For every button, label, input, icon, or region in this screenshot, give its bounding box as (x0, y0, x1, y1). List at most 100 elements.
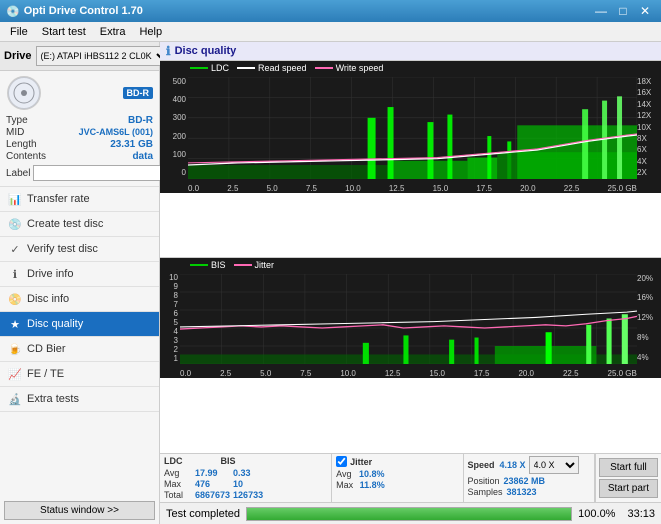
left-panel: Drive (E:) ATAPI iHBS112 2 CL0K ⏏ Speed … (0, 42, 160, 524)
label-input[interactable] (33, 165, 171, 181)
y-right-20pct: 20% (637, 274, 661, 283)
x-ldc-10: 10.0 (345, 184, 361, 193)
max-bis-val: 10 (233, 479, 243, 489)
max-ldc-val: 476 (195, 479, 230, 489)
y-right-16x: 16X (637, 88, 661, 97)
x-bis-2.5: 2.5 (220, 369, 231, 378)
disc-type-row: Type BD-R (6, 115, 153, 126)
avg-ldc-val: 17.99 (195, 468, 230, 478)
y-ldc-100: 100 (160, 150, 188, 159)
position-label: Position (468, 476, 500, 486)
y-right-12x: 12X (637, 111, 661, 120)
x-ldc-2.5: 2.5 (227, 184, 238, 193)
sidebar-item-extra-tests[interactable]: 🔬 Extra tests (0, 387, 159, 412)
menu-help[interactable]: Help (133, 25, 168, 39)
x-bis-5: 5.0 (260, 369, 271, 378)
samples-value: 381323 (507, 487, 537, 497)
avg-bis-val: 0.33 (233, 468, 251, 478)
speed-select-stat[interactable]: 4.0 X (529, 456, 579, 474)
y-right-18x: 18X (637, 77, 661, 86)
x-bis-7.5: 7.5 (300, 369, 311, 378)
y-bis-6: 6 (160, 309, 180, 318)
avg-jitter-val: 10.8% (359, 469, 385, 479)
y-bis-7: 7 (160, 300, 180, 309)
y-right-4pct: 4% (637, 353, 661, 362)
sidebar-item-fe-te[interactable]: 📈 FE / TE (0, 362, 159, 387)
sidebar-label-fe-te: FE / TE (27, 368, 64, 380)
x-ldc-15: 15.0 (433, 184, 449, 193)
drive-select[interactable]: (E:) ATAPI iHBS112 2 CL0K (36, 46, 170, 66)
start-full-button[interactable]: Start full (599, 458, 658, 477)
sidebar-item-disc-quality[interactable]: ★ Disc quality (0, 312, 159, 337)
x-ldc-22.5: 22.5 (564, 184, 580, 193)
progress-bar-area: Test completed 100.0% 33:13 (160, 502, 661, 524)
y-bis-3: 3 (160, 336, 180, 345)
bis-chart-svg (180, 274, 637, 364)
drive-row: Drive (E:) ATAPI iHBS112 2 CL0K ⏏ Speed … (0, 42, 159, 71)
sidebar-item-transfer-rate[interactable]: 📊 Transfer rate (0, 187, 159, 212)
bis-chart-container: BIS Jitter 10 9 8 7 6 5 4 (160, 258, 661, 454)
menu-extra[interactable]: Extra (94, 25, 132, 39)
ldc-legend-ldc: LDC (190, 63, 229, 73)
cd-bier-icon: 🍺 (8, 342, 22, 356)
create-test-disc-icon: 💿 (8, 217, 22, 231)
disc-quality-header-icon: ℹ (166, 44, 171, 58)
progress-bar-fill (247, 508, 571, 520)
sidebar-label-drive-info: Drive info (27, 268, 73, 280)
y-bis-5: 5 (160, 318, 180, 327)
start-part-button[interactable]: Start part (599, 479, 658, 498)
x-bis-17.5: 17.5 (474, 369, 490, 378)
status-window-button[interactable]: Status window >> (4, 501, 155, 520)
disc-quality-title: Disc quality (175, 45, 237, 57)
drive-label: Drive (4, 50, 32, 62)
title-bar: 💿 Opti Drive Control 1.70 — □ ✕ (0, 0, 661, 22)
bis-legend-bis: BIS (190, 260, 226, 270)
maximize-button[interactable]: □ (613, 2, 633, 20)
app-icon: 💿 (6, 5, 20, 18)
ldc-chart-container: LDC Read speed Write speed 500 400 300 (160, 61, 661, 258)
sidebar-item-cd-bier[interactable]: 🍺 CD Bier (0, 337, 159, 362)
y-right-6x: 6X (637, 145, 661, 154)
x-bis-22.5: 22.5 (563, 369, 579, 378)
menu-file[interactable]: File (4, 25, 34, 39)
disc-mid-row: MID JVC-AMS6L (001) (6, 127, 153, 138)
x-ldc-0: 0.0 (188, 184, 199, 193)
sidebar-item-verify-test-disc[interactable]: ✓ Verify test disc (0, 237, 159, 262)
y-right-12pct: 12% (637, 313, 661, 322)
menu-bar: File Start test Extra Help (0, 22, 661, 42)
transfer-rate-icon: 📊 (8, 192, 22, 206)
sidebar-label-disc-info: Disc info (27, 293, 69, 305)
ldc-legend-read: Read speed (237, 63, 307, 73)
x-ldc-17.5: 17.5 (476, 184, 492, 193)
y-ldc-500: 500 (160, 77, 188, 86)
speed-label2: Speed (468, 460, 495, 470)
minimize-button[interactable]: — (591, 2, 611, 20)
samples-label: Samples (468, 487, 503, 497)
sidebar-item-disc-info[interactable]: 📀 Disc info (0, 287, 159, 312)
y-right-16pct: 16% (637, 293, 661, 302)
disc-section: BD-R Type BD-R MID JVC-AMS6L (001) Lengt… (0, 71, 159, 187)
x-bis-20: 20.0 (518, 369, 534, 378)
ldc-chart-svg (188, 77, 637, 179)
y-right-2x: 2X (637, 168, 661, 177)
disc-quality-icon: ★ (8, 317, 22, 331)
disc-icon (6, 75, 42, 111)
jitter-checkbox[interactable] (336, 456, 347, 467)
y-bis-10: 10 (160, 273, 180, 282)
progress-time: 33:13 (627, 508, 655, 520)
bis-legend-jitter: Jitter (234, 260, 275, 270)
progress-percent: 100.0% (578, 508, 615, 520)
close-button[interactable]: ✕ (635, 2, 655, 20)
charts-area: LDC Read speed Write speed 500 400 300 (160, 61, 661, 453)
main-content: ℹ Disc quality LDC Read speed Write spee… (160, 42, 661, 524)
avg-label: Avg (164, 468, 192, 478)
y-right-10x: 10X (637, 123, 661, 132)
disc-quality-header: ℹ Disc quality (160, 42, 661, 61)
y-ldc-200: 200 (160, 132, 188, 141)
sidebar-item-create-test-disc[interactable]: 💿 Create test disc (0, 212, 159, 237)
menu-start-test[interactable]: Start test (36, 25, 92, 39)
stats-row: LDC BIS Avg 17.99 0.33 Max 476 10 Total … (160, 453, 661, 502)
x-ldc-25: 25.0 GB (608, 184, 637, 193)
sidebar-item-drive-info[interactable]: ℹ Drive info (0, 262, 159, 287)
jitter-label: Jitter (350, 457, 372, 467)
